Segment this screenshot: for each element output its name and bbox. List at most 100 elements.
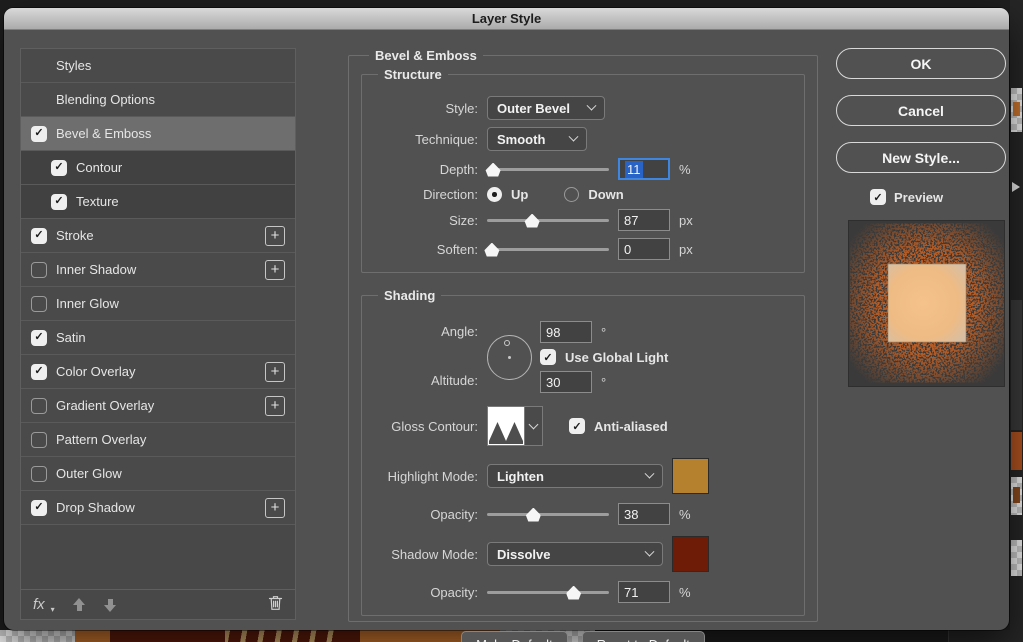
sidebar-item-label: Texture	[76, 194, 119, 209]
shading-section: Shading Angle: Altitude: 98	[361, 288, 805, 616]
delete-effect-button[interactable]	[268, 594, 283, 616]
style-value: Outer Bevel	[497, 101, 570, 116]
effect-checkbox[interactable]: ✓	[51, 160, 67, 176]
fx-caret-icon: ▾	[51, 605, 55, 614]
altitude-input[interactable]: 30	[540, 371, 592, 393]
effect-checkbox[interactable]: ✓	[51, 194, 67, 210]
contour-shape-icon	[488, 407, 524, 445]
ok-button[interactable]: OK	[836, 48, 1006, 79]
make-default-button[interactable]: Make Default	[461, 631, 568, 642]
sidebar-item-contour[interactable]: ✓ Contour +	[21, 151, 295, 185]
sidebar-item-label: Blending Options	[56, 92, 155, 107]
sidebar-item-stroke[interactable]: ✓ Stroke +	[21, 219, 295, 253]
dial-angle-marker[interactable]	[504, 340, 510, 346]
use-global-light-checkbox[interactable]: ✓	[540, 349, 556, 365]
add-effect-button[interactable]: +	[265, 260, 285, 280]
reset-to-default-button[interactable]: Reset to Default	[582, 631, 705, 642]
size-unit: px	[679, 213, 693, 228]
sidebar-item-pattern-overlay[interactable]: ✓ Pattern Overlay +	[21, 423, 295, 457]
plus-icon: +	[271, 262, 280, 277]
soften-slider[interactable]	[487, 242, 609, 257]
direction-up-radio[interactable]	[487, 187, 502, 202]
slider-thumb[interactable]	[566, 586, 581, 600]
cancel-button[interactable]: Cancel	[836, 95, 1006, 126]
move-effect-up-button[interactable]	[73, 598, 86, 612]
shadow-mode-dropdown[interactable]: Dissolve	[487, 542, 663, 566]
technique-value: Smooth	[497, 132, 545, 147]
angle-input[interactable]: 98	[540, 321, 592, 343]
shadow-mode-value: Dissolve	[497, 547, 550, 562]
sidebar-item-blending-options[interactable]: ✓ Blending Options +	[21, 83, 295, 117]
sidebar-item-outer-glow[interactable]: ✓ Outer Glow +	[21, 457, 295, 491]
highlight-opacity-value: 38	[624, 507, 638, 522]
effect-checkbox[interactable]: ✓	[31, 364, 47, 380]
structure-section: Structure Style: Outer Bevel Technique: …	[361, 67, 805, 273]
contour-dropdown-button[interactable]	[525, 406, 543, 446]
sidebar-item-satin[interactable]: ✓ Satin +	[21, 321, 295, 355]
shadow-opacity-label: Opacity:	[370, 585, 478, 600]
shadow-color-swatch[interactable]	[672, 536, 709, 572]
add-effect-button[interactable]: +	[265, 498, 285, 518]
check-icon: ✓	[873, 191, 882, 204]
depth-slider[interactable]	[487, 162, 609, 177]
shadow-opacity-input[interactable]: 71	[618, 581, 670, 603]
sidebar-item-inner-glow[interactable]: ✓ Inner Glow +	[21, 287, 295, 321]
gloss-contour-picker[interactable]	[487, 406, 543, 446]
highlight-opacity-input[interactable]: 38	[618, 503, 670, 525]
check-icon: ✓	[34, 128, 43, 139]
technique-dropdown[interactable]: Smooth	[487, 127, 587, 151]
slider-thumb[interactable]	[526, 508, 541, 522]
direction-down-radio[interactable]	[564, 187, 579, 202]
preview-checkbox[interactable]: ✓	[870, 189, 886, 205]
effect-checkbox[interactable]: ✓	[31, 500, 47, 516]
sidebar-item-label: Inner Shadow	[56, 262, 136, 277]
highlight-color-swatch[interactable]	[672, 458, 709, 494]
sidebar-item-drop-shadow[interactable]: ✓ Drop Shadow +	[21, 491, 295, 525]
effect-checkbox[interactable]: ✓	[31, 466, 47, 482]
dialog-titlebar[interactable]: Layer Style	[4, 8, 1009, 30]
effect-checkbox[interactable]: ✓	[31, 228, 47, 244]
move-effect-down-button[interactable]	[104, 598, 117, 612]
effect-checkbox[interactable]: ✓	[31, 126, 47, 142]
soften-input[interactable]: 0	[618, 238, 670, 260]
size-slider[interactable]	[487, 213, 609, 228]
shadow-opacity-slider[interactable]	[487, 585, 609, 600]
slider-thumb[interactable]	[486, 163, 501, 177]
slider-thumb[interactable]	[484, 243, 499, 257]
dialog-actions: OK Cancel New Style... ✓ Preview	[836, 48, 1006, 387]
sidebar-item-bevel-emboss[interactable]: ✓ Bevel & Emboss +	[21, 117, 295, 151]
anti-aliased-checkbox[interactable]: ✓	[569, 418, 585, 434]
add-effect-button[interactable]: +	[265, 396, 285, 416]
depth-input[interactable]: 11	[618, 158, 670, 180]
sidebar-item-color-overlay[interactable]: ✓ Color Overlay +	[21, 355, 295, 389]
angle-dial[interactable]	[487, 335, 532, 380]
highlight-opacity-unit: %	[679, 507, 691, 522]
highlight-mode-dropdown[interactable]: Lighten	[487, 464, 663, 488]
new-style-button[interactable]: New Style...	[836, 142, 1006, 173]
add-effect-button[interactable]: +	[265, 362, 285, 382]
effect-checkbox[interactable]: ✓	[31, 330, 47, 346]
effect-checkbox[interactable]: ✓	[31, 398, 47, 414]
sidebar-item-gradient-overlay[interactable]: ✓ Gradient Overlay +	[21, 389, 295, 423]
highlight-opacity-slider[interactable]	[487, 507, 609, 522]
angle-value: 98	[546, 325, 560, 340]
contour-thumbnail[interactable]	[487, 406, 525, 446]
shadow-opacity-value: 71	[624, 585, 638, 600]
effect-checkbox[interactable]: ✓	[31, 296, 47, 312]
add-effect-button[interactable]: +	[265, 226, 285, 246]
sidebar-item-texture[interactable]: ✓ Texture +	[21, 185, 295, 219]
effect-checkbox[interactable]: ✓	[31, 432, 47, 448]
chevron-down-icon	[645, 468, 655, 478]
effect-checkbox[interactable]: ✓	[31, 262, 47, 278]
size-input[interactable]: 87	[618, 209, 670, 231]
plus-icon: +	[271, 228, 280, 243]
sidebar-item-label: Pattern Overlay	[56, 432, 146, 447]
sidebar-footer: fx ▾	[21, 589, 295, 619]
preview-render	[849, 221, 1004, 386]
fx-menu-button[interactable]: fx	[33, 596, 45, 613]
style-dropdown[interactable]: Outer Bevel	[487, 96, 605, 120]
sidebar-item-inner-shadow[interactable]: ✓ Inner Shadow +	[21, 253, 295, 287]
slider-thumb[interactable]	[525, 214, 540, 228]
sidebar-item-styles[interactable]: ✓ Styles +	[21, 49, 295, 83]
shadow-opacity-unit: %	[679, 585, 691, 600]
